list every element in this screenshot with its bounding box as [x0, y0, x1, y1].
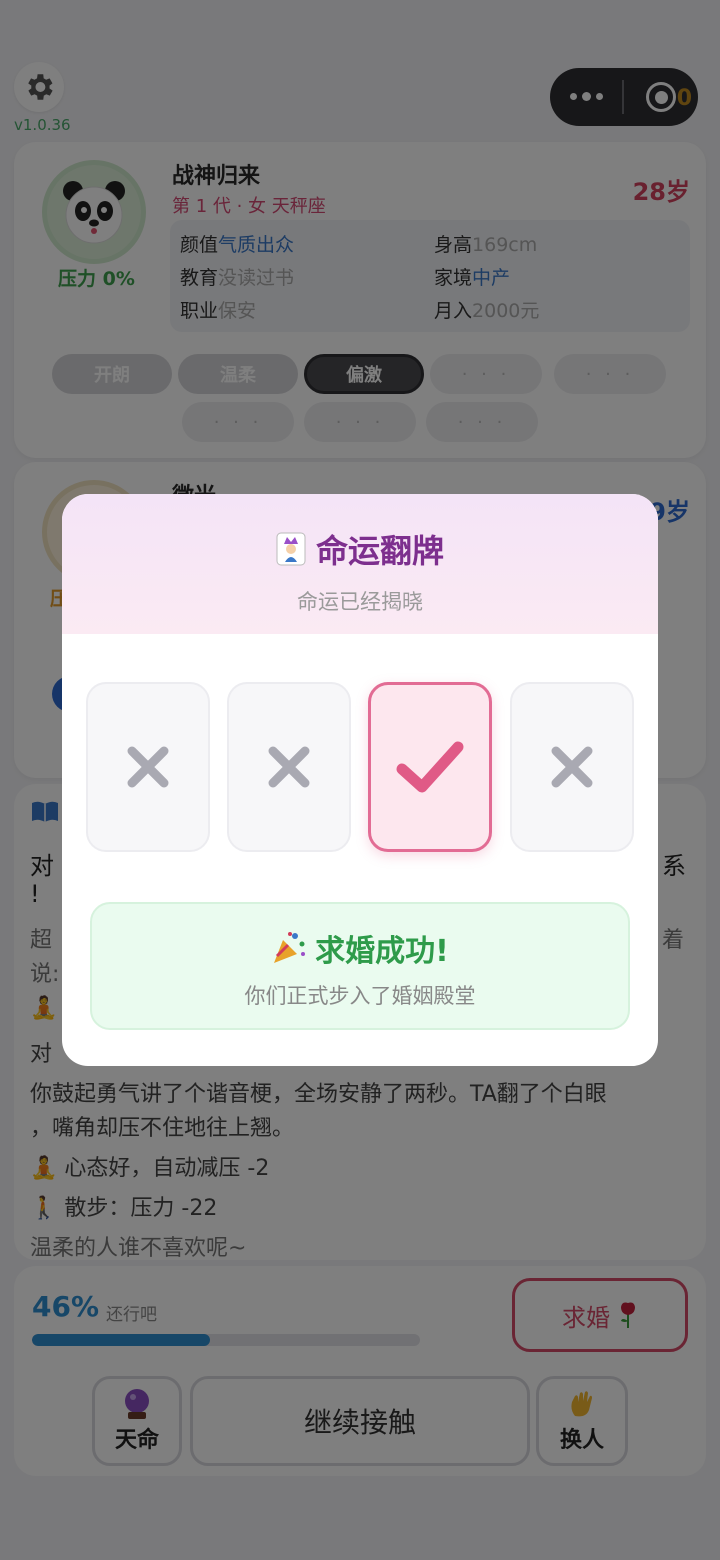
fate-card[interactable]: [510, 682, 634, 852]
modal-title: 命运翻牌: [276, 526, 444, 572]
fate-card[interactable]: [86, 682, 210, 852]
check-mark-icon: [396, 741, 464, 793]
x-mark-icon: [268, 746, 310, 788]
fate-flip-modal: 命运翻牌 命运已经揭晓 求婚成功! 你们正式步入了婚姻殿堂: [62, 494, 658, 1066]
fate-card-chosen[interactable]: [368, 682, 492, 852]
result-description: 你们正式步入了婚姻殿堂: [244, 984, 476, 1008]
fate-card[interactable]: [227, 682, 351, 852]
x-mark-icon: [127, 746, 169, 788]
x-mark-icon: [551, 746, 593, 788]
result-title: 求婚成功!: [271, 926, 449, 970]
modal-title-text: 命运翻牌: [315, 532, 444, 570]
joker-card-icon: [276, 532, 306, 566]
result-title-text: 求婚成功!: [315, 934, 449, 969]
party-popper-icon: [274, 932, 306, 963]
modal-subtitle: 命运已经揭晓: [297, 590, 423, 614]
result-box: 求婚成功! 你们正式步入了婚姻殿堂: [90, 902, 630, 1030]
modal-header: 命运翻牌 命运已经揭晓: [62, 494, 658, 634]
